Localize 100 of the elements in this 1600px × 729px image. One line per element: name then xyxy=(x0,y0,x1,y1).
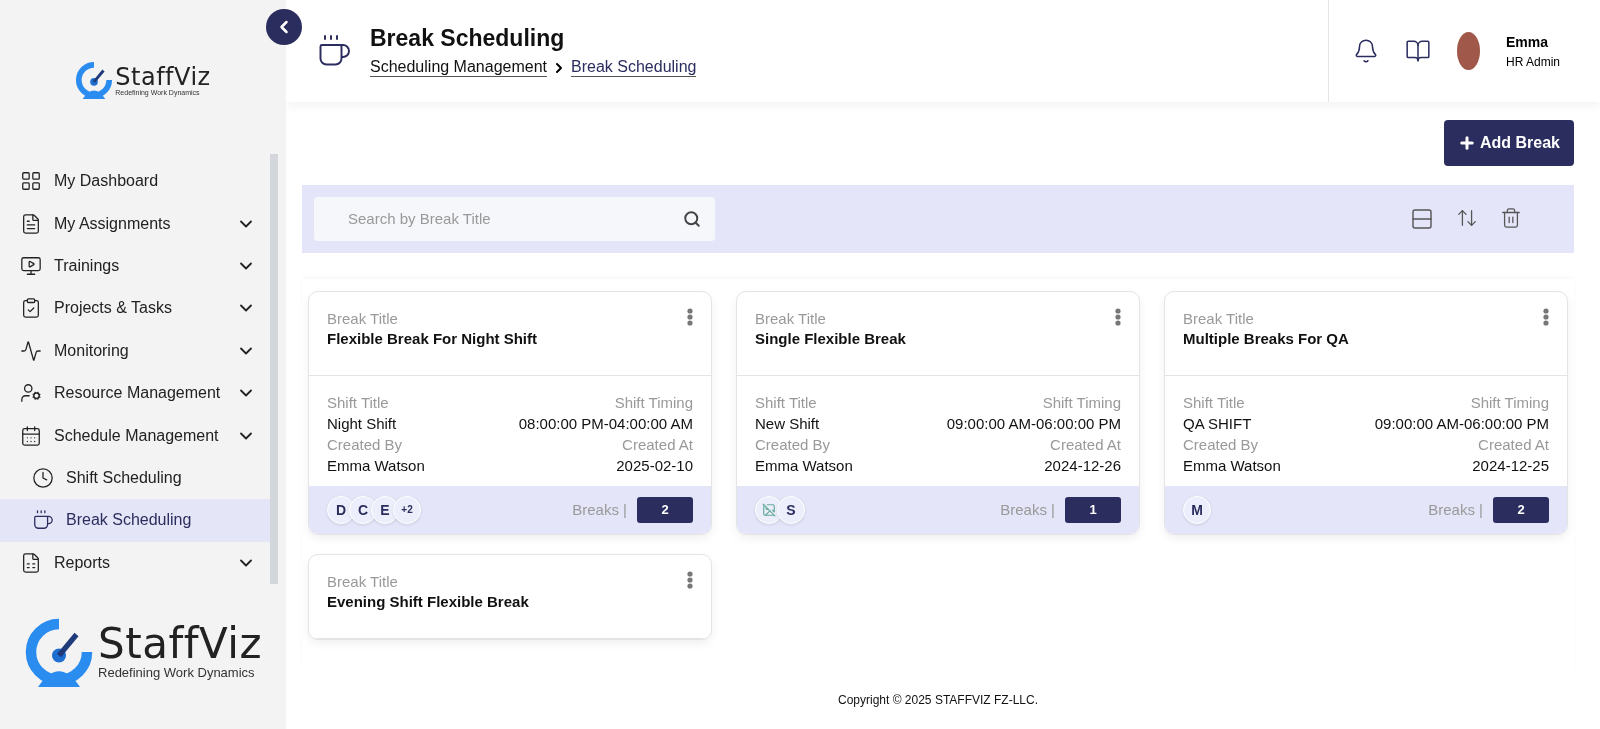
shift-timing: 09:00:00 AM-06:00:00 PM xyxy=(946,414,1121,432)
breaks-label: Breaks | xyxy=(1428,501,1483,519)
member-avatar: S xyxy=(777,495,805,524)
field-label: Break Title xyxy=(755,309,826,327)
field-label: Break Title xyxy=(327,572,398,590)
sidebar-item[interactable]: My Assignments xyxy=(0,202,270,245)
kebab-icon xyxy=(687,570,693,589)
kebab-icon xyxy=(687,307,693,326)
book-button[interactable] xyxy=(1405,38,1431,64)
logo-icon xyxy=(75,61,114,99)
sidebar-item-label: Reports xyxy=(54,553,112,572)
sidebar-item[interactable]: Resource Management xyxy=(0,372,270,415)
shift-title: Night Shift xyxy=(327,414,398,432)
sidebar-item[interactable]: Reports xyxy=(0,541,270,585)
logo-icon xyxy=(24,616,94,687)
break-title: Single Flexible Break xyxy=(755,329,907,347)
breaks-count: 2 xyxy=(1493,496,1549,523)
field-label: Created By xyxy=(327,435,404,453)
field-label: Shift Title xyxy=(1183,393,1246,411)
logo-name: StaffViz xyxy=(98,623,262,665)
created-at: 2025-02-10 xyxy=(615,456,693,474)
sidebar-item-label: My Dashboard xyxy=(54,172,160,191)
sidebar-item-label: Trainings xyxy=(54,257,121,275)
shift-timing: 09:00:00 AM-06:00:00 PM xyxy=(1374,414,1549,432)
shift-title: QA SHIFT xyxy=(1183,414,1253,432)
kebab-icon xyxy=(1115,307,1121,326)
breaks-count: 1 xyxy=(1065,496,1121,523)
sidebar-item[interactable]: Schedule Management xyxy=(0,414,270,457)
clock-icon xyxy=(32,467,54,490)
breadcrumb-link[interactable]: Scheduling Management xyxy=(370,58,547,77)
copyright-text: Copyright © 2025 STAFFVIZ FZ-LLC. xyxy=(837,692,1039,710)
search-input[interactable]: Search by Break Title xyxy=(346,209,683,229)
grid-icon xyxy=(20,170,42,193)
sidebar-item[interactable]: Trainings xyxy=(0,244,270,288)
sidebar-item-label: Break Scheduling xyxy=(66,511,193,530)
break-title: Evening Shift Flexible Break xyxy=(327,592,530,610)
user-name: Emma xyxy=(1505,33,1549,50)
field-label: Created By xyxy=(755,435,832,453)
kebab-icon xyxy=(1543,307,1549,326)
sidebar-item[interactable]: Shift Scheduling xyxy=(0,456,270,500)
field-label: Shift Title xyxy=(327,393,390,411)
page-title: Break Scheduling xyxy=(370,25,566,52)
notification-button[interactable] xyxy=(1353,38,1379,64)
member-avatar: M xyxy=(1183,495,1211,524)
field-label: Created At xyxy=(621,435,693,453)
user-role: HR Admin xyxy=(1505,54,1560,69)
shift-title: New Shift xyxy=(755,414,821,432)
document-icon xyxy=(20,212,42,235)
report-icon xyxy=(20,551,42,574)
collapse-button[interactable] xyxy=(266,9,302,45)
plus-icon xyxy=(1457,134,1476,152)
search-icon xyxy=(683,209,701,228)
sidebar-item-label: Schedule Management xyxy=(54,426,220,445)
logo-name: StaffViz xyxy=(115,64,211,89)
field-label: Created At xyxy=(1049,435,1121,453)
play-screen-icon xyxy=(20,255,42,277)
breaks-label: Breaks | xyxy=(1000,501,1055,519)
field-label: Shift Timing xyxy=(1041,393,1121,411)
add-break-button[interactable]: Add Break xyxy=(1443,120,1574,166)
calendar-icon xyxy=(20,424,42,447)
sidebar-item[interactable]: Projects & Tasks xyxy=(0,287,270,330)
pulse-icon xyxy=(20,339,42,362)
search-field[interactable]: Search by Break Title xyxy=(314,196,715,241)
user-avatar[interactable] xyxy=(1457,32,1480,70)
shift-timing: 08:00:00 PM-04:00:00 AM xyxy=(518,414,693,432)
created-at: 2024-12-26 xyxy=(1043,456,1121,474)
field-label: Break Title xyxy=(327,309,398,327)
more-button[interactable] xyxy=(687,570,693,589)
more-button[interactable] xyxy=(1115,307,1121,326)
created-by: Emma Watson xyxy=(1183,456,1282,474)
field-label: Shift Title xyxy=(755,393,818,411)
user-gear-icon xyxy=(20,382,42,405)
break-title: Flexible Break For Night Shift xyxy=(327,329,539,347)
created-by: Emma Watson xyxy=(327,456,426,474)
field-label: Break Title xyxy=(1183,309,1254,327)
sidebar-item-label: Projects & Tasks xyxy=(54,299,173,318)
clipboard-icon xyxy=(20,297,42,320)
break-title: Multiple Breaks For QA xyxy=(1183,329,1350,347)
sidebar-item[interactable]: Break Scheduling xyxy=(0,499,270,542)
breaks-count: 2 xyxy=(637,496,693,523)
field-label: Created By xyxy=(1183,435,1260,453)
more-button[interactable] xyxy=(1543,307,1549,326)
sidebar-item-label: Shift Scheduling xyxy=(66,469,183,488)
created-by: Emma Watson xyxy=(755,456,854,474)
breadcrumb-link[interactable]: Break Scheduling xyxy=(571,58,697,77)
sidebar-item-label: Resource Management xyxy=(54,384,222,403)
sidebar-item[interactable]: Monitoring xyxy=(0,329,270,373)
created-at: 2024-12-25 xyxy=(1471,456,1549,474)
more-button[interactable] xyxy=(687,307,693,326)
more-members-count: +2 xyxy=(393,495,421,524)
field-label: Shift Timing xyxy=(613,393,693,411)
sidebar-item[interactable]: My Dashboard xyxy=(0,160,270,203)
breaks-label: Breaks | xyxy=(572,501,627,519)
sidebar-item-label: Monitoring xyxy=(54,341,130,360)
cup-icon xyxy=(32,509,54,532)
logo-tagline: Redefining Work Dynamics xyxy=(98,665,256,680)
field-label: Shift Timing xyxy=(1469,393,1549,411)
list-view-button[interactable] xyxy=(1410,206,1434,231)
field-label: Created At xyxy=(1477,435,1549,453)
delete-button[interactable] xyxy=(1500,206,1522,231)
